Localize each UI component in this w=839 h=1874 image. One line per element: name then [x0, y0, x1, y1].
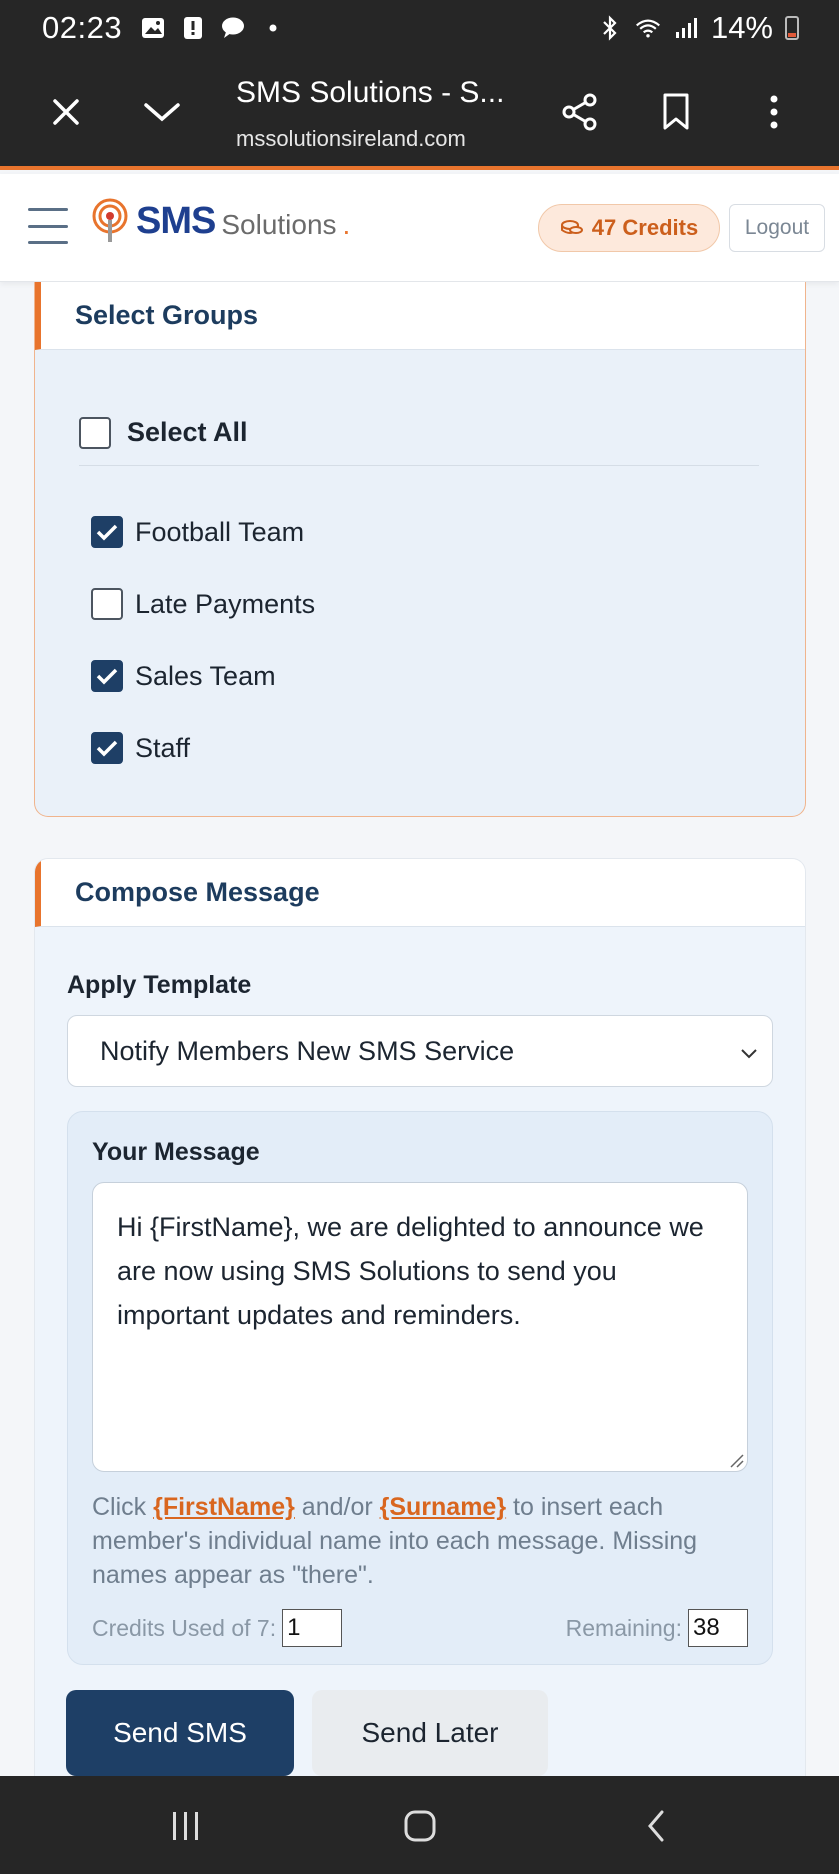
credits-used-label: Credits Used of 7: — [92, 1614, 277, 1641]
insert-firstname-link[interactable]: {FirstName} — [153, 1493, 295, 1521]
message-textarea[interactable]: Hi {FirstName}, we are delighted to anno… — [92, 1182, 748, 1472]
credits-row: Credits Used of 7: Remaining: — [92, 1608, 748, 1648]
logo[interactable]: SMS Solutions . — [90, 198, 350, 244]
navigation-bar — [0, 1776, 839, 1874]
select-groups-card: Select Groups Select All Football Team L… — [34, 282, 806, 817]
battery-percent: 14% — [710, 10, 773, 45]
status-bar: 02:23 14% — [0, 0, 839, 56]
alert-icon — [180, 16, 206, 40]
help-text: Click {FirstName} and/or {Surname} to in… — [92, 1493, 698, 1589]
logo-dot: . — [342, 209, 351, 240]
logo-sms-text: SMS — [136, 199, 216, 242]
apply-template-label: Apply Template — [67, 971, 252, 999]
checkmark-icon — [96, 740, 118, 757]
menu-icon[interactable] — [28, 208, 68, 244]
back-icon[interactable] — [634, 1804, 678, 1848]
group-label: Late Payments — [135, 588, 316, 619]
group-list: Football Team Late Payments Sales Team S… — [91, 496, 751, 784]
share-icon[interactable] — [558, 90, 602, 134]
page-url[interactable]: mssolutionsireland.com — [236, 126, 466, 152]
credits-count: 47 Credits — [591, 215, 699, 240]
group-checkbox[interactable] — [91, 660, 123, 692]
site-header: SMS Solutions . 47 Credits Logout — [0, 174, 839, 282]
group-item-late-payments[interactable]: Late Payments — [91, 568, 751, 640]
chevron-down-icon — [741, 1049, 757, 1059]
coins-icon — [560, 220, 583, 234]
checkmark-icon — [96, 524, 118, 541]
remaining-label: Remaining: — [565, 1614, 682, 1641]
recent-apps-icon[interactable] — [164, 1804, 208, 1848]
send-sms-button[interactable]: Send SMS — [66, 1690, 294, 1776]
notification-icons — [140, 16, 286, 40]
chevron-down-icon[interactable] — [140, 90, 184, 134]
insert-surname-link[interactable]: {Surname} — [380, 1493, 506, 1521]
compose-message-heading: Compose Message — [35, 859, 805, 927]
select-all-row[interactable]: Select All — [79, 400, 759, 466]
template-selected-value: Notify Members New SMS Service — [100, 1035, 515, 1066]
group-label: Staff — [135, 732, 191, 763]
logo-solutions-text: Solutions — [221, 209, 337, 240]
more-options-icon[interactable] — [752, 90, 796, 134]
group-checkbox[interactable] — [91, 588, 123, 620]
message-panel: Your Message Hi {FirstName}, we are deli… — [67, 1111, 773, 1665]
chat-bubble-icon — [220, 16, 246, 40]
group-item-sales-team[interactable]: Sales Team — [91, 640, 751, 712]
dot-icon — [260, 16, 286, 40]
remaining-field[interactable] — [688, 1609, 748, 1647]
home-icon[interactable] — [398, 1804, 442, 1848]
group-item-football-team[interactable]: Football Team — [91, 496, 751, 568]
checkmark-icon — [96, 668, 118, 685]
your-message-label: Your Message — [92, 1138, 260, 1166]
template-select[interactable]: Notify Members New SMS Service — [67, 1015, 773, 1087]
browser-toolbar: SMS Solutions - S... mssolutionsireland.… — [0, 56, 839, 170]
select-all-label: Select All — [127, 417, 248, 447]
image-icon — [140, 16, 166, 40]
wifi-icon — [635, 16, 661, 40]
battery-icon — [785, 16, 799, 40]
credits-badge[interactable]: 47 Credits — [538, 204, 720, 252]
group-label: Sales Team — [135, 660, 276, 691]
logout-button[interactable]: Logout — [729, 204, 825, 252]
page-title[interactable]: SMS Solutions - S... — [236, 76, 504, 110]
bluetooth-icon — [597, 15, 623, 41]
group-checkbox[interactable] — [91, 516, 123, 548]
status-right: 14% — [597, 10, 799, 46]
resize-handle-icon[interactable] — [728, 1452, 744, 1468]
group-label: Football Team — [135, 516, 305, 547]
signal-icon — [673, 16, 699, 40]
select-groups-heading: Select Groups — [35, 282, 805, 350]
credits-used-field[interactable] — [282, 1609, 343, 1647]
status-time: 02:23 — [42, 10, 123, 45]
close-icon[interactable] — [44, 90, 88, 134]
broadcast-logo-icon — [92, 198, 128, 242]
select-all-checkbox[interactable] — [79, 416, 111, 449]
remaining-group: Remaining: — [566, 1609, 748, 1647]
group-checkbox[interactable] — [91, 732, 123, 764]
bookmark-icon[interactable] — [654, 90, 698, 134]
group-item-staff[interactable]: Staff — [91, 712, 751, 784]
send-later-button[interactable]: Send Later — [312, 1690, 548, 1776]
